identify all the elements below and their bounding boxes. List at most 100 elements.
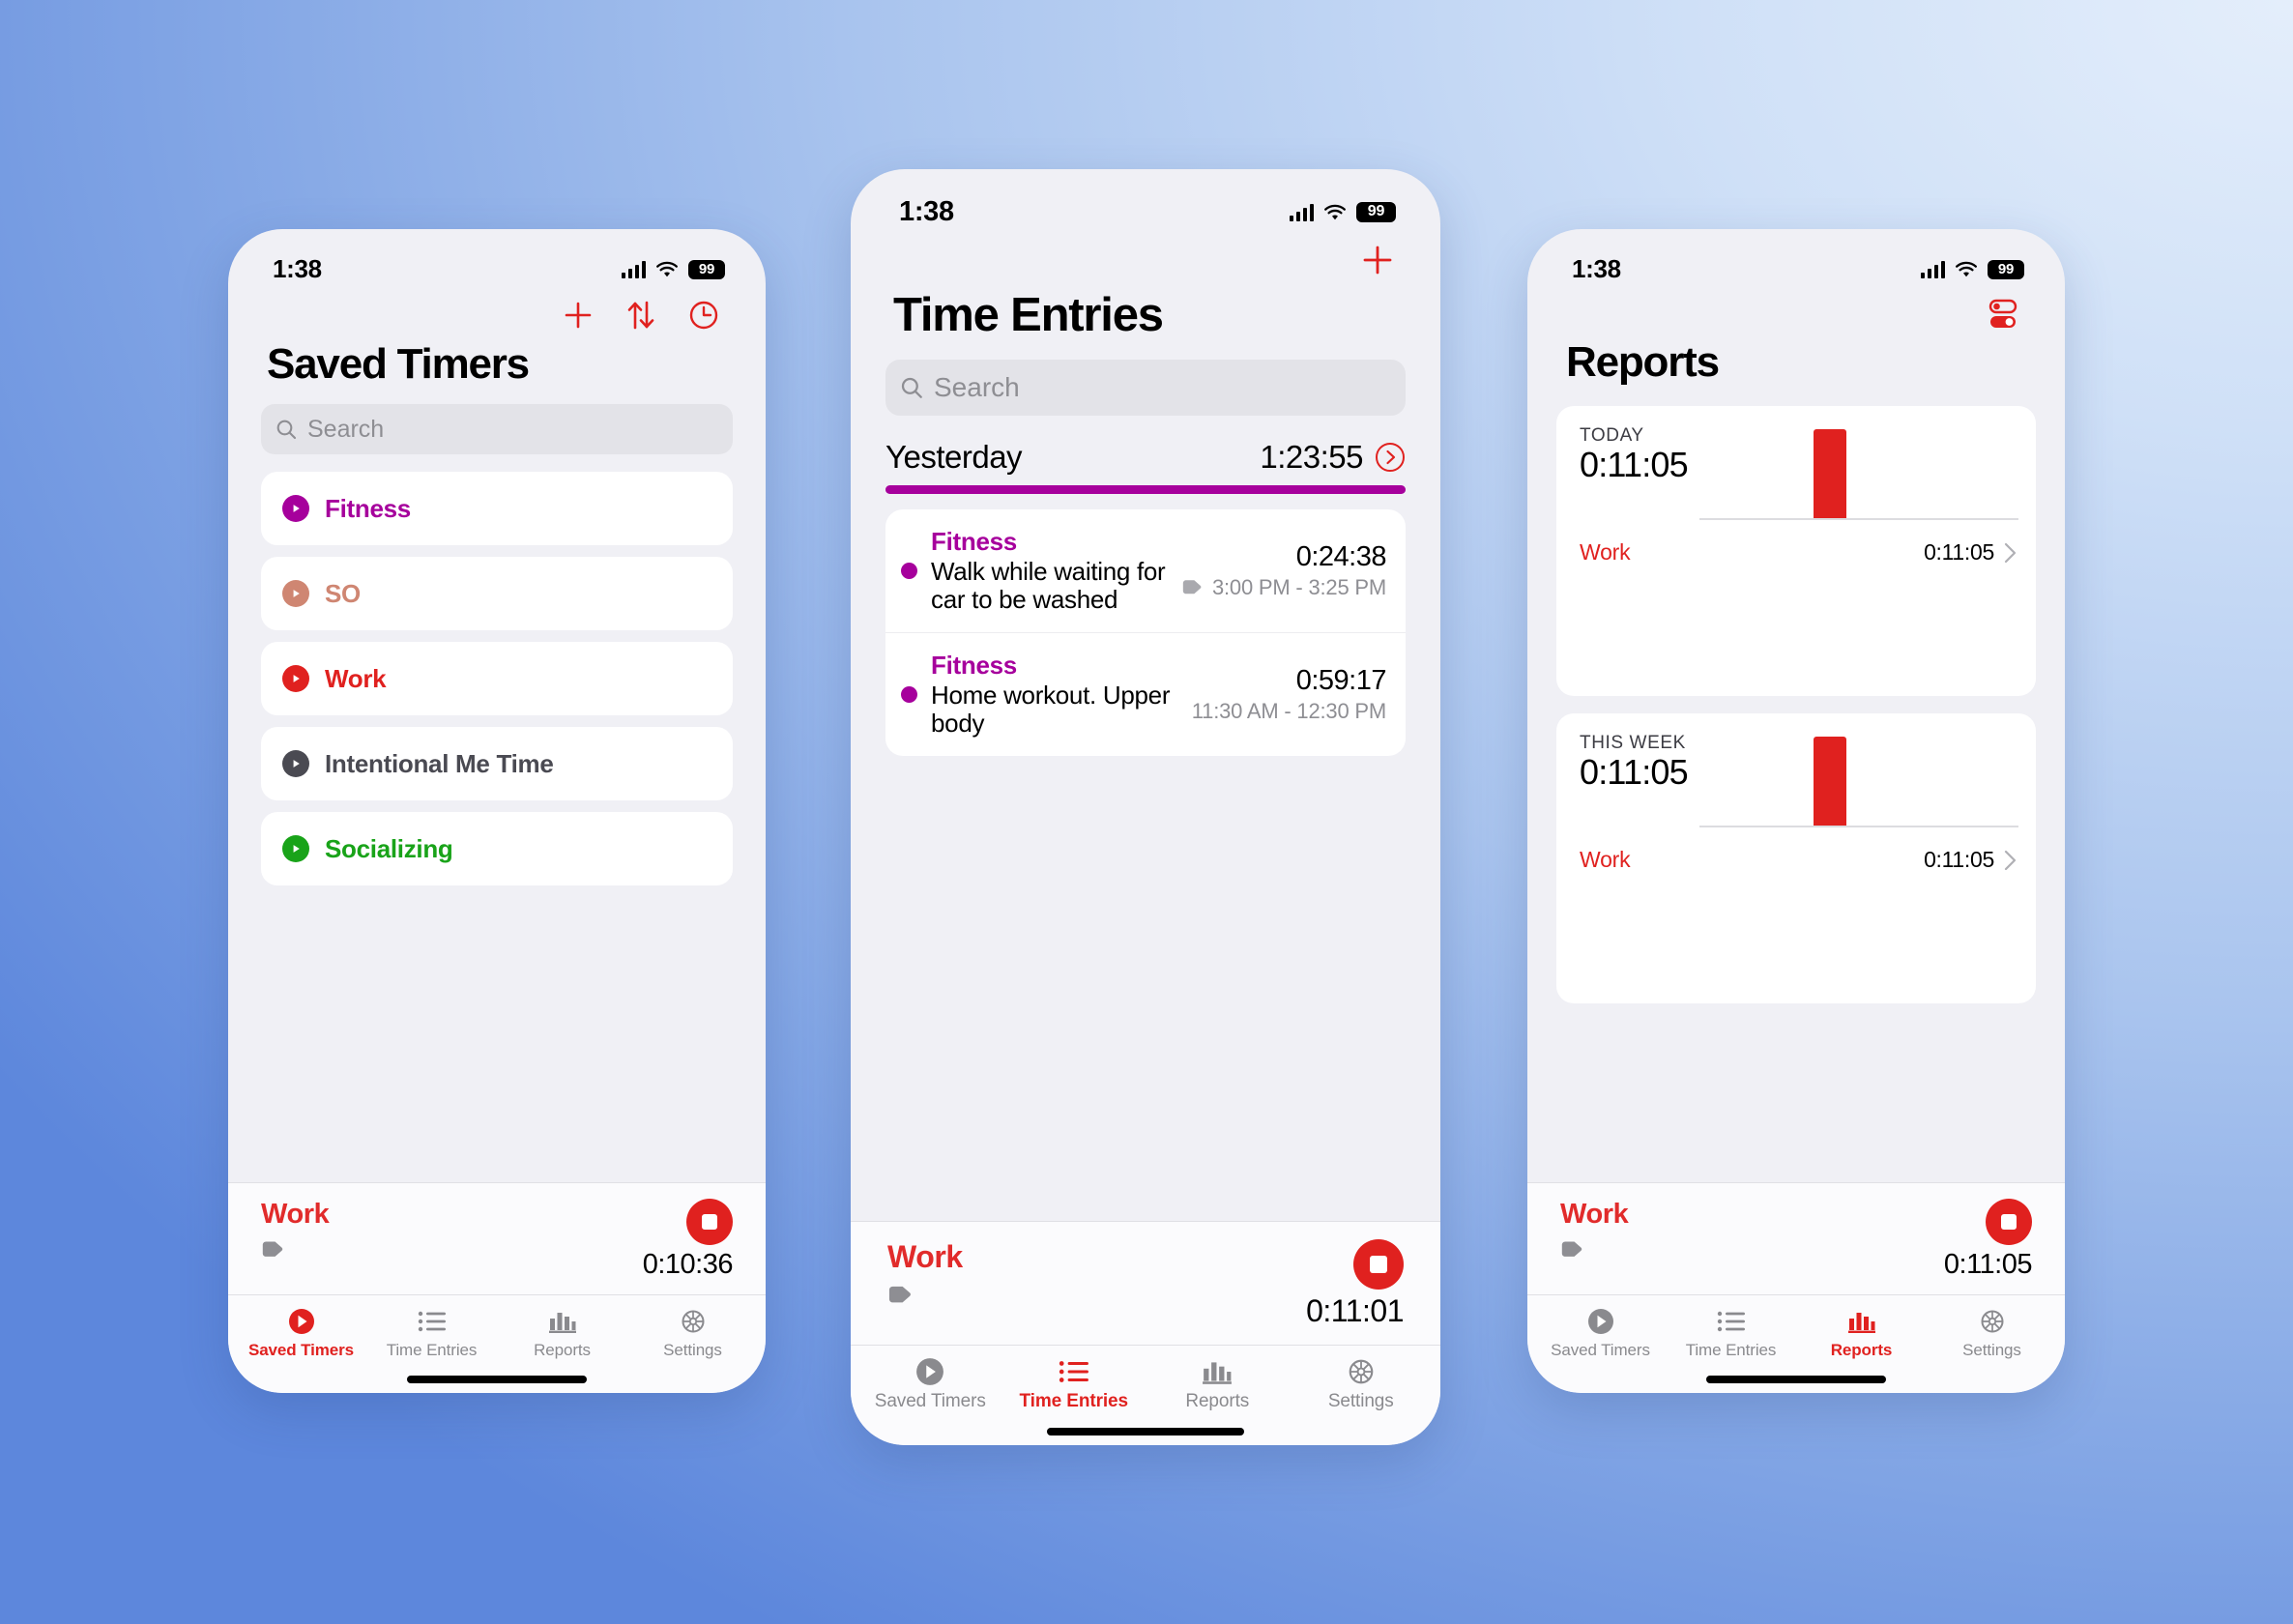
play-circle-icon: [288, 1307, 315, 1336]
running-timer-bar: Work 0:11:01: [851, 1221, 1440, 1345]
play-circle-icon[interactable]: [282, 580, 309, 607]
chart-axis-line: [1699, 826, 2018, 827]
group-total: 1:23:55: [1260, 439, 1363, 475]
bar-chart-icon: [1847, 1307, 1876, 1336]
gear-icon: [1347, 1357, 1376, 1386]
tab-saved-timers[interactable]: Saved Timers: [236, 1307, 366, 1364]
entry-category: Fitness: [931, 527, 1017, 556]
battery-badge: 99: [1356, 202, 1396, 222]
tab-saved-timers[interactable]: Saved Timers: [858, 1357, 1002, 1416]
phone-reports: 1:38 99 Reports TODAY 0:11:05 Work 0:11:…: [1527, 229, 2065, 1393]
group-progress-bar: [885, 485, 1406, 494]
chart-bar-work: [1814, 429, 1846, 518]
time-entry-row[interactable]: Fitness Home workout. Upper body 0:59:17…: [885, 631, 1406, 756]
tab-bar: Saved Timers Time Entries Reports Settin…: [851, 1345, 1440, 1416]
entry-note: Walk while waiting for car to be washed: [931, 557, 1166, 615]
entry-duration: 0:59:17: [1295, 664, 1387, 696]
group-day-label: Yesterday: [885, 439, 1023, 475]
tag-icon: [1560, 1239, 1628, 1265]
phone-time-entries: 1:38 99 Time Entries Search Yesterday 1:…: [851, 169, 1440, 1445]
tab-time-entries[interactable]: Time Entries: [1666, 1307, 1796, 1364]
timer-row-so[interactable]: SO: [261, 557, 733, 630]
status-time: 1:38: [1572, 254, 1621, 283]
tab-settings[interactable]: Settings: [1290, 1357, 1434, 1416]
add-timer-icon[interactable]: [561, 298, 595, 333]
tab-label: Settings: [1327, 1391, 1394, 1411]
group-header[interactable]: Yesterday 1:23:55: [885, 439, 1406, 485]
tab-label: Time Entries: [1685, 1341, 1777, 1359]
report-entry-row[interactable]: Work 0:11:05: [1580, 847, 2017, 873]
wifi-icon: [1324, 204, 1346, 219]
tab-reports[interactable]: Reports: [1796, 1307, 1927, 1364]
play-circle-icon[interactable]: [282, 750, 309, 777]
chevron-right-circle-icon[interactable]: [1375, 442, 1406, 473]
tab-settings[interactable]: Settings: [627, 1307, 758, 1364]
tab-time-entries[interactable]: Time Entries: [366, 1307, 497, 1364]
search-input[interactable]: Search: [885, 360, 1406, 416]
time-entries-scroll: Yesterday 1:23:55 Fitness Walk while wai…: [851, 416, 1440, 1221]
tab-time-entries[interactable]: Time Entries: [1002, 1357, 1146, 1416]
stop-button[interactable]: [1353, 1239, 1404, 1290]
report-filter-toggles-icon[interactable]: [1986, 298, 2020, 331]
tab-label: Settings: [1962, 1341, 2021, 1359]
entry-meta: 0:59:17 11:30 AM - 12:30 PM: [1192, 664, 1387, 724]
search-input[interactable]: Search: [261, 404, 733, 454]
timer-row-work[interactable]: Work: [261, 642, 733, 715]
status-bar: 1:38 99: [228, 229, 766, 284]
tab-reports[interactable]: Reports: [497, 1307, 627, 1364]
timer-row-fitness[interactable]: Fitness: [261, 472, 733, 545]
stop-button[interactable]: [1986, 1199, 2032, 1245]
running-timer-controls: 0:11:01: [1306, 1239, 1404, 1329]
chart-bar-work: [1814, 737, 1846, 826]
running-timer-controls: 0:11:05: [1944, 1199, 2033, 1281]
search-container: Search: [228, 389, 766, 454]
wifi-icon: [1956, 261, 1977, 276]
tab-label: Saved Timers: [1551, 1341, 1650, 1359]
report-entry-name: Work: [1580, 847, 1631, 872]
timer-row-intentional-me-time[interactable]: Intentional Me Time: [261, 727, 733, 800]
timer-name: Socializing: [325, 833, 453, 863]
sort-icon[interactable]: [624, 298, 657, 333]
tag-icon: [1182, 580, 1202, 594]
home-indicator-area: [1527, 1364, 2065, 1393]
tab-label: Reports: [1185, 1391, 1250, 1411]
home-indicator[interactable]: [1706, 1376, 1886, 1383]
play-circle-icon[interactable]: [282, 495, 309, 522]
add-entry-icon[interactable]: [1359, 242, 1396, 278]
home-indicator[interactable]: [1047, 1428, 1244, 1436]
report-bar-chart: [1699, 427, 2018, 520]
saved-timers-scroll: Fitness SO Work Intentional Me Time Soci…: [228, 454, 766, 1182]
time-entry-row[interactable]: Fitness Walk while waiting for car to be…: [885, 509, 1406, 632]
play-circle-icon[interactable]: [282, 835, 309, 862]
history-clock-icon[interactable]: [686, 298, 721, 333]
chart-axis-line: [1699, 518, 2018, 520]
tab-settings[interactable]: Settings: [1927, 1307, 2057, 1364]
stop-button[interactable]: [686, 1199, 733, 1245]
running-timer-info: Work: [261, 1199, 330, 1265]
entry-time-range: 3:00 PM - 3:25 PM: [1211, 574, 1386, 599]
home-indicator[interactable]: [407, 1376, 587, 1383]
reports-card-list: TODAY 0:11:05 Work 0:11:05 THIS WEEK 0:1…: [1527, 387, 2065, 1003]
list-bullet-icon: [1059, 1357, 1089, 1386]
tab-saved-timers[interactable]: Saved Timers: [1535, 1307, 1666, 1364]
reports-scroll: TODAY 0:11:05 Work 0:11:05 THIS WEEK 0:1…: [1527, 387, 2065, 1182]
play-circle-icon: [1587, 1307, 1614, 1336]
list-bullet-icon: [1717, 1307, 1746, 1336]
report-entry-row[interactable]: Work 0:11:05: [1580, 539, 2017, 566]
tab-reports[interactable]: Reports: [1146, 1357, 1290, 1416]
tab-bar: Saved Timers Time Entries Reports Settin…: [228, 1294, 766, 1364]
entry-duration: 0:24:38: [1295, 540, 1387, 572]
report-entry-value-group: 0:11:05: [1924, 847, 2017, 873]
wifi-icon: [656, 261, 678, 276]
group-summary: 1:23:55: [1260, 439, 1406, 476]
cellular-signal-icon: [621, 260, 646, 278]
entry-time-range: 11:30 AM - 12:30 PM: [1191, 698, 1386, 723]
play-circle-icon[interactable]: [282, 665, 309, 692]
running-timer-bar: Work 0:11:05: [1527, 1182, 2065, 1294]
status-indicators: 99: [1920, 259, 2024, 279]
entry-time-range-row: 11:30 AM - 12:30 PM: [1192, 699, 1386, 724]
page-title: Saved Timers: [267, 340, 530, 388]
timer-row-socializing[interactable]: Socializing: [261, 812, 733, 885]
battery-badge: 99: [1988, 259, 2024, 279]
page-title: Reports: [1566, 338, 1720, 386]
